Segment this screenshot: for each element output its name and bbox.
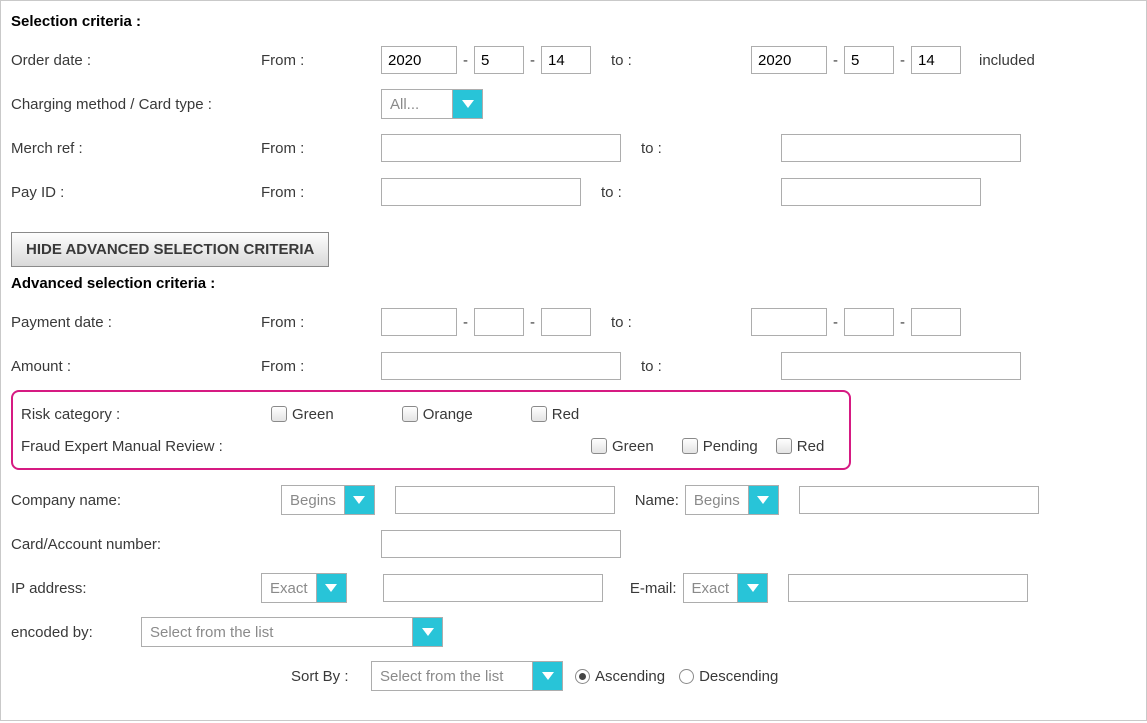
charging-method-select[interactable]: All... — [381, 89, 483, 119]
order-date-to-day[interactable] — [911, 46, 961, 74]
risk-category-label: Risk category : — [21, 406, 271, 423]
from-label: From : — [261, 184, 381, 201]
payment-date-to-month[interactable] — [844, 308, 894, 336]
email-label: E-mail: — [603, 580, 683, 597]
payment-date-label: Payment date : — [11, 314, 261, 331]
checkbox-icon — [682, 438, 698, 454]
charging-method-label: Charging method / Card type : — [11, 96, 261, 113]
dropdown-arrow-icon[interactable] — [748, 486, 778, 514]
advanced-criteria-title: Advanced selection criteria : — [11, 275, 1136, 292]
to-label: to : — [621, 358, 781, 375]
dropdown-arrow-icon[interactable] — [532, 662, 562, 690]
payment-date-to-day[interactable] — [911, 308, 961, 336]
payment-date-row: Payment date : From : - - to : - - — [11, 302, 1136, 342]
amount-from-input[interactable] — [381, 352, 621, 380]
company-name-row: Company name: Begins Name: Begins — [11, 480, 1136, 520]
checkbox-icon — [591, 438, 607, 454]
ip-address-label: IP address: — [11, 580, 261, 597]
to-label: to : — [591, 52, 751, 69]
checkbox-icon — [271, 406, 287, 422]
risk-red-checkbox[interactable]: Red — [531, 406, 580, 423]
card-account-label: Card/Account number: — [11, 536, 381, 553]
card-account-row: Card/Account number: — [11, 524, 1136, 564]
dropdown-arrow-icon[interactable] — [316, 574, 346, 602]
checkbox-icon — [402, 406, 418, 422]
from-label: From : — [261, 140, 381, 157]
ip-match-select[interactable]: Exact — [261, 573, 347, 603]
to-label: to : — [581, 184, 781, 201]
from-label: From : — [261, 358, 381, 375]
email-match-select[interactable]: Exact — [683, 573, 769, 603]
fraud-red-checkbox[interactable]: Red — [776, 438, 825, 455]
order-date-from-month[interactable] — [474, 46, 524, 74]
company-name-input[interactable] — [395, 486, 615, 514]
ip-address-input[interactable] — [383, 574, 603, 602]
included-label: included — [979, 52, 1035, 69]
amount-to-input[interactable] — [781, 352, 1021, 380]
dropdown-arrow-icon[interactable] — [737, 574, 767, 602]
fraud-pending-checkbox[interactable]: Pending — [682, 438, 758, 455]
encoded-by-label: encoded by: — [11, 624, 141, 641]
fraud-review-label: Fraud Expert Manual Review : — [21, 438, 591, 455]
sort-by-row: Sort By : Select from the list Ascending… — [11, 656, 1136, 696]
name-match-select[interactable]: Begins — [685, 485, 779, 515]
sort-by-label: Sort By : — [291, 668, 371, 685]
risk-fraud-highlight: Risk category : Green Orange Red Fraud E… — [11, 390, 851, 470]
payment-date-from-month[interactable] — [474, 308, 524, 336]
name-input[interactable] — [799, 486, 1039, 514]
merch-ref-to-input[interactable] — [781, 134, 1021, 162]
pay-id-to-input[interactable] — [781, 178, 981, 206]
encoded-by-row: encoded by: Select from the list — [11, 612, 1136, 652]
dropdown-arrow-icon[interactable] — [452, 90, 482, 118]
radio-icon — [679, 669, 694, 684]
amount-row: Amount : From : to : — [11, 346, 1136, 386]
hide-advanced-button[interactable]: HIDE ADVANCED SELECTION CRITERIA — [11, 232, 329, 267]
email-input[interactable] — [788, 574, 1028, 602]
checkbox-icon — [776, 438, 792, 454]
merch-ref-row: Merch ref : From : to : — [11, 128, 1136, 168]
fraud-green-checkbox[interactable]: Green — [591, 438, 654, 455]
order-date-label: Order date : — [11, 52, 261, 69]
risk-category-row: Risk category : Green Orange Red — [21, 398, 841, 430]
pay-id-row: Pay ID : From : to : — [11, 172, 1136, 212]
from-label: From : — [261, 52, 381, 69]
company-name-label: Company name: — [11, 492, 281, 509]
dropdown-arrow-icon[interactable] — [344, 486, 374, 514]
order-date-from-day[interactable] — [541, 46, 591, 74]
payment-date-to-year[interactable] — [751, 308, 827, 336]
company-match-select[interactable]: Begins — [281, 485, 375, 515]
merch-ref-from-input[interactable] — [381, 134, 621, 162]
checkbox-icon — [531, 406, 547, 422]
order-date-to-year[interactable] — [751, 46, 827, 74]
name-label: Name: — [615, 492, 685, 509]
risk-orange-checkbox[interactable]: Orange — [402, 406, 473, 423]
selection-criteria-title: Selection criteria : — [11, 13, 1136, 30]
dropdown-arrow-icon[interactable] — [412, 618, 442, 646]
payment-date-from-day[interactable] — [541, 308, 591, 336]
risk-green-checkbox[interactable]: Green — [271, 406, 334, 423]
charging-method-row: Charging method / Card type : All... — [11, 84, 1136, 124]
pay-id-from-input[interactable] — [381, 178, 581, 206]
to-label: to : — [591, 314, 751, 331]
from-label: From : — [261, 314, 381, 331]
selection-criteria-panel: Selection criteria : Order date : From :… — [0, 0, 1147, 721]
ip-email-row: IP address: Exact E-mail: Exact — [11, 568, 1136, 608]
order-date-to-month[interactable] — [844, 46, 894, 74]
sort-by-select[interactable]: Select from the list — [371, 661, 563, 691]
order-date-from-year[interactable] — [381, 46, 457, 74]
encoded-by-select[interactable]: Select from the list — [141, 617, 443, 647]
pay-id-label: Pay ID : — [11, 184, 261, 201]
charging-method-value: All... — [382, 96, 452, 113]
card-account-input[interactable] — [381, 530, 621, 558]
payment-date-from-year[interactable] — [381, 308, 457, 336]
sort-descending-radio[interactable]: Descending — [679, 668, 778, 685]
merch-ref-label: Merch ref : — [11, 140, 261, 157]
order-date-row: Order date : From : - - to : - - include… — [11, 40, 1136, 80]
sort-ascending-radio[interactable]: Ascending — [575, 668, 665, 685]
radio-icon — [575, 669, 590, 684]
fraud-review-row: Fraud Expert Manual Review : Green Pendi… — [21, 430, 841, 462]
amount-label: Amount : — [11, 358, 261, 375]
to-label: to : — [621, 140, 781, 157]
